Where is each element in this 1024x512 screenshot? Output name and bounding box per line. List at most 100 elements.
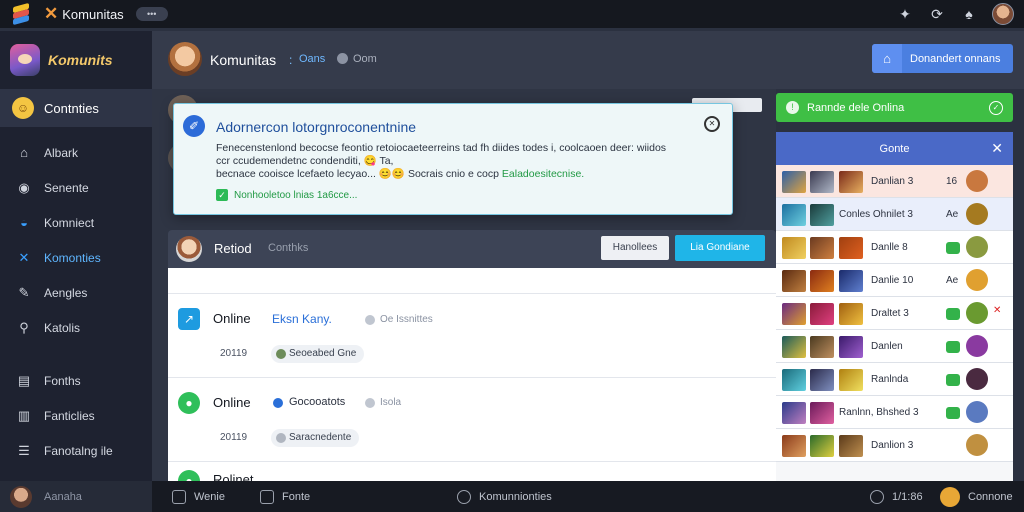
panel-row[interactable]: Danlle 8 — [776, 231, 1013, 264]
online-icon — [946, 374, 960, 386]
member-name[interactable]: Eksn Kany. — [272, 312, 332, 326]
status-label: Online — [213, 395, 251, 410]
sidebar-item-aengles[interactable]: ✎ Aengles — [0, 275, 152, 310]
sidebar-item-fanticlies[interactable]: ▥ Fanticlies — [0, 398, 152, 433]
check-icon: ✓ — [989, 100, 1003, 115]
date-label: 20119 — [220, 432, 248, 443]
time-label: 1/1:86 — [892, 490, 923, 503]
tag-chip[interactable]: Seoeabed Gne — [271, 345, 365, 363]
game-thumbnail — [839, 336, 863, 358]
game-thumbnail — [782, 237, 806, 259]
sidebar-item-fanotalng[interactable]: ☰ Fanotalng ile — [0, 433, 152, 468]
game-thumbnail — [810, 303, 834, 325]
user-label: Connone — [968, 490, 1013, 503]
status-text: Oans — [299, 53, 326, 65]
sidebar-item-label: Aengles — [44, 285, 88, 300]
sidebar-item-label: Fanotalng ile — [44, 443, 113, 458]
avatar — [966, 203, 988, 225]
sidebar-item-komonties[interactable]: ✕ Komonties — [0, 240, 152, 275]
tools-icon: ✕ — [18, 249, 30, 265]
community-avatar — [168, 42, 202, 76]
panel-row[interactable]: Draltet 3 ✕ — [776, 297, 1013, 330]
modal-link[interactable]: Ealadoesitecnise. — [502, 168, 584, 180]
panel-row-label: Conles Ohnilet 3 — [839, 209, 913, 220]
tag-label: Saracnedente — [289, 432, 352, 443]
avatar — [966, 269, 988, 291]
status-dot-icon — [365, 315, 375, 325]
modal-body-line: Fenecenstenlond becocse feontio retoioca… — [216, 142, 667, 154]
sidebar-footer-label: Aanaha — [44, 490, 82, 503]
game-thumbnail — [810, 435, 834, 457]
panel-row-value: Ae — [946, 275, 959, 286]
member-name[interactable]: Gocooatots — [289, 396, 345, 408]
tag-chip[interactable]: Saracnedente — [271, 429, 360, 447]
header-subtitle: Oom — [353, 53, 377, 65]
sidebar-item-fonths[interactable]: ▤ Fonths — [0, 363, 152, 398]
avatar — [940, 486, 960, 507]
sidebar-item-label: Contnties — [44, 100, 99, 116]
bell-icon[interactable]: ✦ — [896, 5, 914, 23]
game-thumbnail — [810, 369, 834, 391]
sidebar-item-katolis[interactable]: ⚲ Katolis — [0, 310, 152, 345]
sidebar-item-label: Katolis — [44, 320, 81, 335]
online-icon — [946, 341, 960, 353]
sidebar-item-albark[interactable]: ⌂ Albark — [0, 135, 152, 170]
pen-icon: ✎ — [18, 284, 30, 300]
record-icon: ◉ — [18, 179, 30, 195]
search-icon: ⚲ — [19, 319, 29, 335]
bottom-user[interactable]: Connone — [940, 486, 1013, 507]
primary-button[interactable]: Lia Gondiane — [675, 235, 765, 261]
chart-icon: ▥ — [17, 407, 31, 423]
avatar — [176, 236, 202, 262]
close-icon[interactable]: ✕ — [991, 140, 1003, 157]
window-title: Komunitas — [62, 6, 124, 22]
grid-icon — [172, 489, 186, 504]
header-action-button[interactable]: ⌂ Donandert onnans — [872, 44, 1013, 73]
panel-row[interactable]: Ranlnda — [776, 363, 1013, 396]
panel-row-label: Ranlnda — [871, 374, 909, 385]
panel-row[interactable]: Conles Ohnilet 3 Ae — [776, 198, 1013, 231]
home-icon: ⌂ — [872, 44, 902, 73]
panel-row[interactable]: Danlen — [776, 330, 1013, 363]
bottom-item-fonte[interactable]: Fonte — [260, 489, 310, 504]
app-logo-icon — [10, 2, 32, 26]
panel-row[interactable]: Danlian 3 16 — [776, 165, 1013, 198]
sidebar-item-komniect[interactable]: ◒ Komniect — [0, 205, 152, 240]
member-meta: Oe Issnittes — [380, 314, 433, 325]
online-banner[interactable]: ! Rannde dele Onlina ✓ — [776, 93, 1013, 122]
list-item[interactable]: ● Online Gocooatots Isola 20119 Saracned… — [168, 377, 776, 461]
doc-icon — [260, 489, 274, 504]
bottom-item-wenie[interactable]: Wenie — [172, 489, 225, 504]
sidebar-item-senente[interactable]: ◉ Senente — [0, 170, 152, 205]
user-avatar[interactable] — [992, 3, 1014, 25]
panel-row[interactable]: Danlie 10 Ae — [776, 264, 1013, 297]
sidebar-item-label: Fanticlies — [44, 408, 95, 423]
sidebar-footer[interactable]: Aanaha — [0, 481, 152, 512]
game-thumbnail — [810, 270, 834, 292]
member-meta: Isola — [380, 397, 402, 408]
window-badge[interactable]: ••• — [135, 7, 168, 21]
bottom-item-communities[interactable]: Komunnionties — [457, 489, 552, 504]
close-icon[interactable]: ✕ — [704, 116, 720, 132]
panel-row[interactable]: Ranlnn, Bhshed 3 — [776, 396, 1013, 429]
panel-row[interactable]: Danlion 3 — [776, 429, 1013, 462]
remove-icon[interactable]: ✕ — [993, 305, 1001, 316]
sidebar-brand: Komunits — [48, 52, 113, 68]
section-subtitle: Conthks — [268, 242, 309, 254]
secondary-button[interactable]: Hanollees — [601, 236, 669, 260]
list-item[interactable]: ● Rolinet — [168, 461, 776, 492]
refresh-icon[interactable]: ⟳ — [928, 5, 946, 23]
date-label: 20119 — [220, 348, 248, 359]
avatar — [966, 302, 988, 324]
game-thumbnail — [810, 336, 834, 358]
settings-icon[interactable]: ♠ — [960, 5, 978, 23]
section-header: Retiod Conthks Hanollees Lia Gondiane — [168, 230, 776, 268]
sidebar-item-label: Senente — [44, 180, 89, 195]
sidebar-item-communities[interactable]: ☺ Contnties — [0, 89, 152, 127]
panel-row-value: 16 — [946, 176, 958, 187]
list-item[interactable]: ↗ Online Eksn Kany. Oe Issnittes 20119 S… — [168, 293, 776, 377]
panel-row-label: Danlion 3 — [871, 440, 914, 451]
checkbox-icon: ✓ — [216, 189, 228, 201]
modal-body-line: becnace cooisce lcefaeto lecyao... — [216, 168, 376, 180]
modal-checkbox[interactable]: ✓ Nonhooletoo lnias 1a6cce... — [216, 189, 357, 201]
